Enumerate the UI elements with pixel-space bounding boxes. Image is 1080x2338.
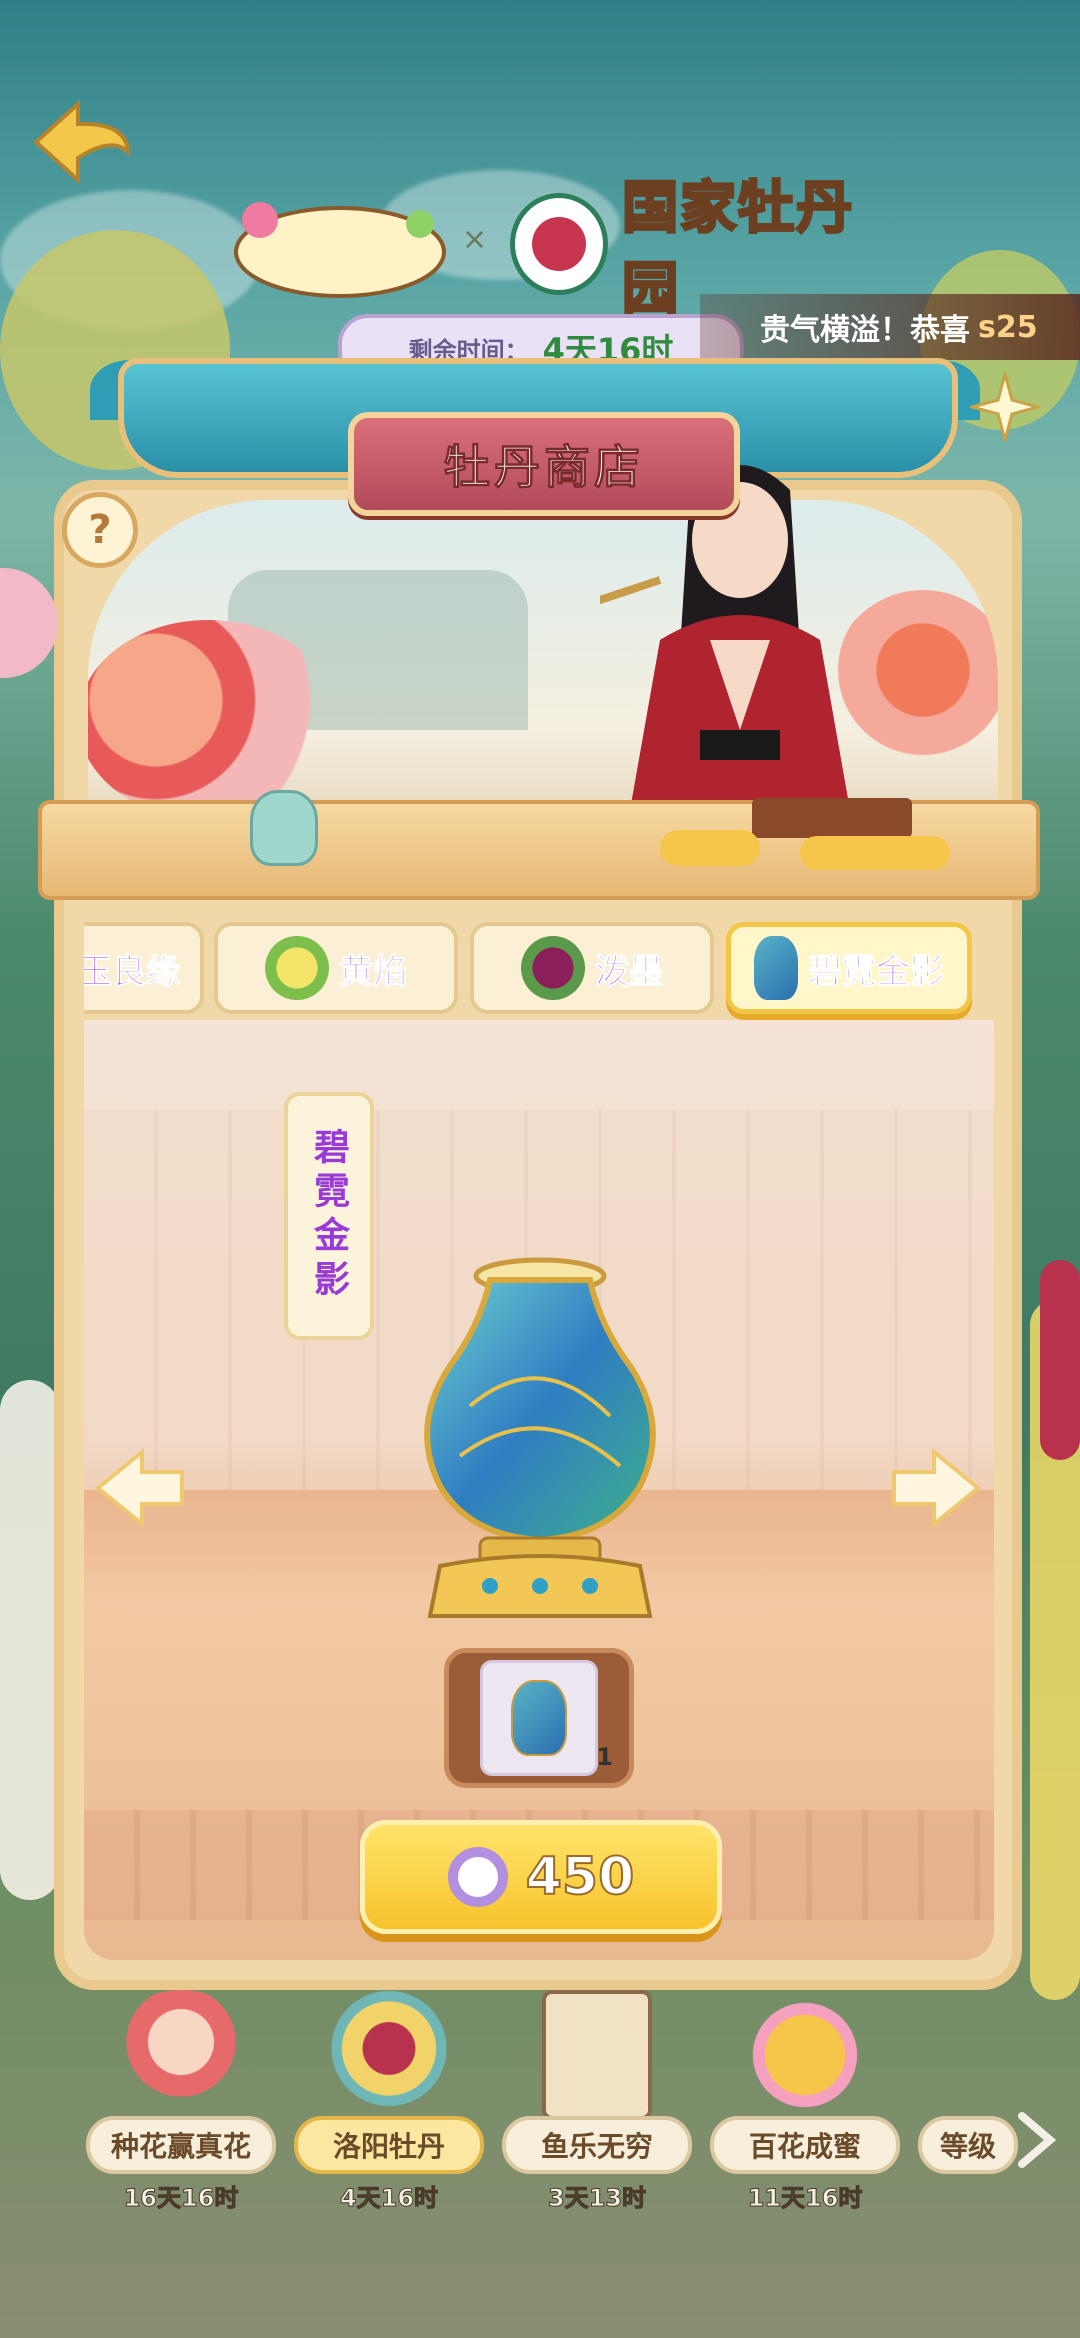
shop-title-sign: 牡丹商店 bbox=[348, 412, 740, 516]
peony-yellow-icon bbox=[265, 936, 329, 1000]
event-bai-hua[interactable]: 百花成蜜 11天16时 bbox=[710, 1990, 900, 2213]
event-label-pill: 种花赢真花 bbox=[86, 2116, 276, 2174]
sparkle-close-button[interactable] bbox=[966, 368, 1044, 446]
tab-label: 碧霓金影 bbox=[808, 951, 945, 992]
event-bar: 种花赢真花 16天16时 洛阳牡丹 4天16时 鱼乐无穷 3天13时 百花成蜜 … bbox=[0, 1990, 1080, 2213]
coins-decoration bbox=[800, 836, 950, 870]
event-label: 鱼乐无穷 bbox=[540, 2130, 653, 2163]
tab-huang-yan[interactable]: 黄焰 bbox=[214, 922, 458, 1014]
vase-icon bbox=[511, 1680, 567, 1756]
product-tabs: 玉良缘 黄焰 泼墨 碧霓金影 bbox=[84, 918, 994, 1028]
coins-decoration bbox=[660, 830, 760, 866]
event-zhong-hua[interactable]: 种花赢真花 16天16时 bbox=[86, 1990, 276, 2213]
flower-bed-right-red bbox=[1040, 1260, 1080, 1460]
event-label-pill: 百花成蜜 bbox=[710, 2116, 900, 2174]
marquee-text: 贵气横溢！恭喜 bbox=[760, 313, 970, 348]
back-button[interactable] bbox=[26, 96, 136, 188]
purple-gem-icon bbox=[447, 1847, 508, 1907]
event-label-pill: 鱼乐无穷 bbox=[502, 2116, 692, 2174]
event-scroll-right-button[interactable] bbox=[1010, 2110, 1060, 2170]
chevron-right-icon bbox=[1018, 2112, 1057, 2168]
sparkle-icon bbox=[966, 368, 1044, 446]
event-level[interactable]: 等级 bbox=[918, 1990, 1018, 2200]
tab-label: 玉良缘 bbox=[84, 951, 181, 992]
tab-bi-ni-jin-ying[interactable]: 碧霓金影 bbox=[726, 922, 972, 1014]
cloisonne-vase-item bbox=[410, 1256, 670, 1636]
event-time: 3天13时 bbox=[547, 2184, 647, 2213]
help-button[interactable]: ? bbox=[62, 492, 138, 568]
event-art bbox=[730, 1990, 880, 2120]
vase-icon bbox=[754, 936, 798, 1000]
event-label-pill: 洛阳牡丹 bbox=[294, 2116, 484, 2174]
flower-bed-left bbox=[0, 1380, 60, 1900]
event-yu-le[interactable]: 鱼乐无穷 3天13时 bbox=[502, 1990, 692, 2213]
event-label: 百花成蜜 bbox=[748, 2130, 861, 2163]
abacus-decoration bbox=[752, 798, 912, 838]
arrow-left-icon bbox=[94, 1447, 184, 1529]
event-time: 16天16时 bbox=[123, 2184, 239, 2213]
peony-purple-icon bbox=[521, 936, 585, 1000]
item-nameplate: 碧霓金影 bbox=[284, 1092, 374, 1340]
arrow-right-icon bbox=[892, 1447, 982, 1529]
next-item-button[interactable] bbox=[888, 1447, 984, 1529]
item-reward-slot[interactable]: 1 bbox=[444, 1648, 634, 1788]
tab-po-mo[interactable]: 泼墨 bbox=[470, 922, 714, 1014]
tab-label: 黄焰 bbox=[339, 951, 408, 992]
marquee-tail: s25 bbox=[978, 309, 1038, 345]
event-art bbox=[542, 1990, 652, 2120]
announcement-marquee: 贵气横溢！恭喜 s25 bbox=[700, 294, 1080, 360]
peony-bouquet-left bbox=[88, 620, 338, 820]
event-time: 4天16时 bbox=[339, 2184, 439, 2213]
price-label: 450 bbox=[525, 1846, 636, 1908]
shop-title: 牡丹商店 bbox=[444, 440, 644, 495]
counter-vase-decoration bbox=[250, 790, 318, 866]
side-flower-button[interactable] bbox=[0, 568, 58, 678]
item-thumbnail: 1 bbox=[480, 1660, 613, 1776]
game-logo bbox=[230, 190, 450, 300]
event-time: 11天16时 bbox=[747, 2184, 863, 2213]
partner-logo: 国家牡丹园 bbox=[510, 174, 900, 324]
event-art bbox=[314, 1990, 464, 2120]
help-label: ? bbox=[88, 507, 112, 553]
item-count: 1 bbox=[596, 1743, 613, 1771]
event-label-pill: 等级 bbox=[918, 2116, 1018, 2174]
prev-item-button[interactable] bbox=[92, 1447, 188, 1529]
buy-button[interactable]: 450 bbox=[360, 1820, 722, 1934]
tab-yu-liang-yuan[interactable]: 玉良缘 bbox=[84, 922, 204, 1014]
event-label: 等级 bbox=[939, 2130, 996, 2163]
back-arrow-icon bbox=[33, 99, 131, 185]
event-art bbox=[106, 1990, 256, 2120]
event-label: 种花赢真花 bbox=[110, 2130, 251, 2163]
event-label: 洛阳牡丹 bbox=[332, 2130, 445, 2163]
peony-garden-seal-icon bbox=[510, 193, 609, 295]
tab-label: 泼墨 bbox=[595, 951, 664, 992]
event-luoyang-mudan[interactable]: 洛阳牡丹 4天16时 bbox=[294, 1990, 484, 2213]
item-name: 碧霓金影 bbox=[308, 1128, 350, 1304]
logo-separator: × bbox=[462, 222, 488, 257]
